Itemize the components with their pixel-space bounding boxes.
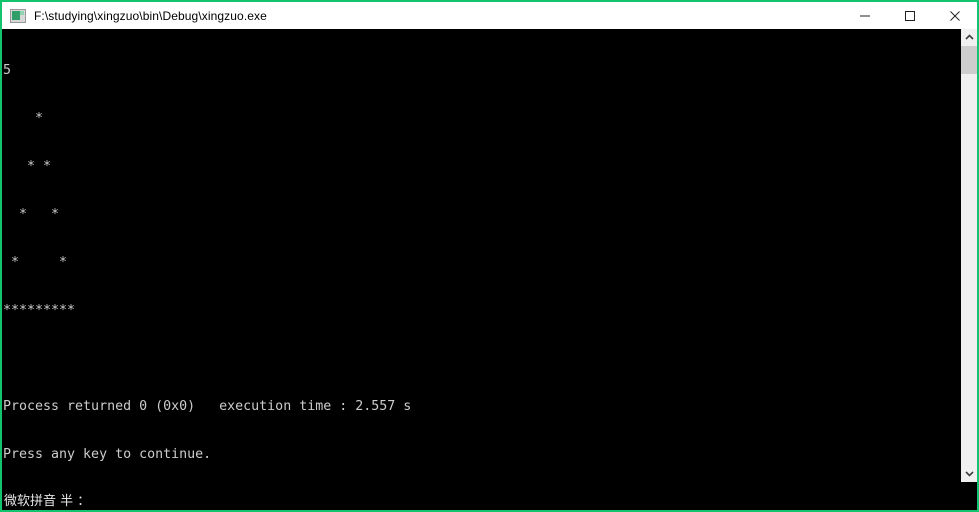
icon-screen — [12, 10, 20, 20]
title-bar[interactable]: F:\studying\xingzuo\bin\Debug\xingzuo.ex… — [2, 2, 977, 29]
minimize-button[interactable] — [842, 2, 887, 29]
console-line: ********* — [3, 303, 76, 318]
console-output[interactable]: 5 * * * * * * * ********* Process return… — [2, 29, 960, 482]
scroll-up-arrow[interactable] — [961, 29, 977, 46]
close-button[interactable] — [932, 2, 977, 29]
maximize-button[interactable] — [887, 2, 932, 29]
icon-screen-secondary — [20, 10, 24, 15]
console-window: F:\studying\xingzuo\bin\Debug\xingzuo.ex… — [0, 0, 979, 512]
scroll-down-arrow[interactable] — [961, 465, 977, 482]
console-line: * * — [3, 255, 68, 270]
ime-status-bar[interactable]: 微软拼音 半 ： — [2, 482, 977, 510]
vertical-scrollbar[interactable] — [960, 29, 977, 482]
window-title: F:\studying\xingzuo\bin\Debug\xingzuo.ex… — [34, 8, 267, 23]
console-line: 5 — [3, 63, 12, 78]
console-line: * * — [3, 207, 60, 222]
scrollbar-thumb[interactable] — [961, 46, 977, 74]
scrollbar-track[interactable] — [961, 46, 977, 465]
console-line: * * — [3, 159, 52, 174]
console-line-prompt: Press any key to continue. — [3, 447, 212, 462]
console-app-icon — [10, 8, 26, 23]
console-line-exit-status: Process returned 0 (0x0) execution time … — [3, 399, 412, 414]
window-controls — [842, 2, 977, 29]
console-body-wrap: 5 * * * * * * * ********* Process return… — [2, 29, 977, 482]
ime-status-text: 微软拼音 半 ： — [4, 494, 91, 509]
console-line: * — [3, 111, 44, 126]
